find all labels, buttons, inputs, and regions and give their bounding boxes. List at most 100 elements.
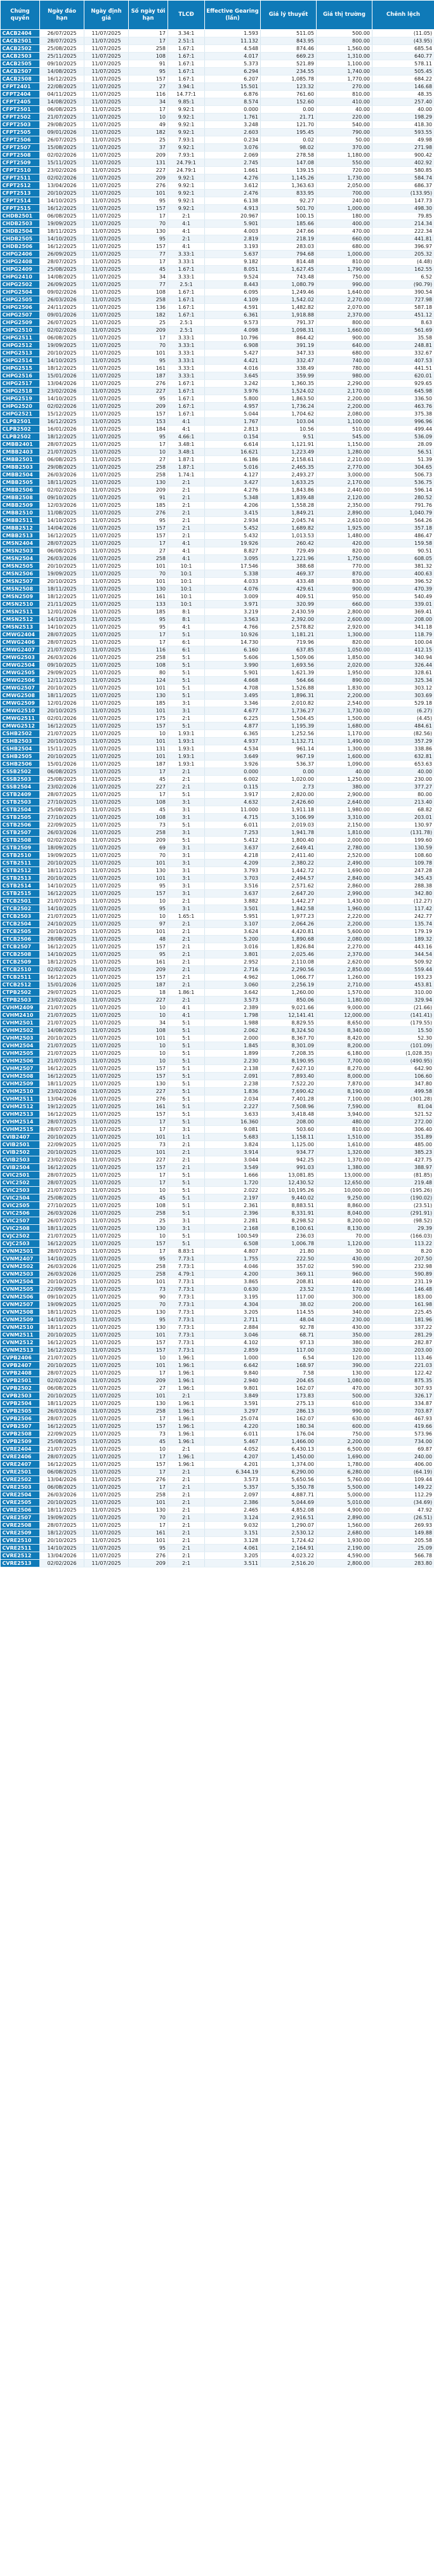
cell-valuation-date: 11/07/2025 — [84, 273, 129, 281]
cell-days-to-maturity: 10 — [128, 912, 168, 920]
cell-maturity-date: 29/08/2025 — [39, 121, 84, 129]
cell-valuation-date: 11/07/2025 — [84, 280, 129, 289]
cell-effective-gearing: 6.011 — [204, 821, 261, 829]
cell-valuation-date: 11/07/2025 — [84, 486, 129, 494]
cell-market-price: 700.00 — [316, 189, 372, 197]
cell-conversion-ratio: 9.92:1 — [168, 113, 205, 121]
cell-difference: 130.97 — [372, 821, 434, 829]
cell-valuation-date: 11/07/2025 — [84, 1361, 129, 1370]
cell-conversion-ratio: 9.92:1 — [168, 204, 205, 212]
cell-valuation-date: 11/07/2025 — [84, 159, 129, 167]
cell-maturity-date: 02/02/2026 — [39, 965, 84, 974]
cell-effective-gearing: 2.940 — [204, 1376, 261, 1385]
cell-valuation-date: 11/07/2025 — [84, 1415, 129, 1423]
table-row: CVRE2501 06/08/2025 11/07/2025 17 2:1 6.344.1… — [0, 1468, 434, 1476]
cell-theoretical-price: 147.08 — [260, 159, 317, 167]
cell-days-to-maturity: 101 — [128, 1361, 168, 1370]
cell-maturity-date: 26/03/2026 — [39, 1491, 84, 1499]
cell-effective-gearing: 0.154 — [204, 433, 261, 441]
cell-maturity-date: 14/10/2025 — [39, 950, 84, 958]
cell-effective-gearing: 6.908 — [204, 341, 261, 350]
cell-conversion-ratio: 2:1 — [168, 1148, 205, 1156]
cell-effective-gearing: 9.524 — [204, 273, 261, 281]
cell-market-price: 990.00 — [316, 280, 372, 289]
cell-market-price: 1,950.00 — [316, 669, 372, 677]
cell-maturity-date: 16/12/2025 — [39, 1422, 84, 1430]
cell-days-to-maturity: 10 — [128, 1049, 168, 1057]
cell-valuation-date: 11/07/2025 — [84, 1316, 129, 1324]
cell-theoretical-price: 1,249.46 — [260, 288, 317, 296]
table-row: CFPT2502 21/07/2025 11/07/2025 10 9.92:1 1.76… — [0, 113, 434, 121]
cell-warrant-code: CMSN2509 — [0, 592, 40, 601]
cell-market-price: 5,010.00 — [316, 1498, 372, 1507]
cell-valuation-date: 11/07/2025 — [84, 364, 129, 372]
cell-difference: 929.65 — [372, 379, 434, 388]
cell-maturity-date: 18/12/2025 — [39, 1529, 84, 1537]
cell-warrant-code: CACB2404 — [0, 29, 40, 37]
cell-maturity-date: 09/01/2026 — [39, 128, 84, 136]
cell-warrant-code: CVIC2505 — [0, 1201, 40, 1210]
cell-warrant-code: CHPG2514 — [0, 356, 40, 365]
cell-warrant-code: CHPG2409 — [0, 265, 40, 273]
cell-conversion-ratio: 2:1 — [168, 1141, 205, 1149]
cell-valuation-date: 11/07/2025 — [84, 935, 129, 943]
cell-days-to-maturity: 101 — [128, 1133, 168, 1141]
cell-difference: 727.98 — [372, 296, 434, 304]
table-row: CACB2505 09/10/2025 11/07/2025 91 1.67:1 5.37… — [0, 60, 434, 68]
cell-days-to-maturity: 157 — [128, 1110, 168, 1118]
cell-valuation-date: 11/07/2025 — [84, 547, 129, 555]
cell-warrant-code: CMWG2505 — [0, 669, 40, 677]
cell-warrant-code: CVNM2510 — [0, 1323, 40, 1331]
table-row: CFPT2511 02/02/2026 11/07/2025 209 9.92:1 4.2… — [0, 174, 434, 182]
cell-theoretical-price: 180.34 — [260, 1422, 317, 1430]
cell-theoretical-price: 1,363.63 — [260, 181, 317, 190]
cell-conversion-ratio: 2:1 — [168, 1483, 205, 1491]
cell-conversion-ratio: 1.96:1 — [168, 1384, 205, 1392]
table-row: CVIC2506 26/03/2026 11/07/2025 258 5:1 2.396 8… — [0, 1209, 434, 1217]
cell-conversion-ratio: 2:1 — [168, 714, 205, 722]
cell-warrant-code: CSTB2505 — [0, 813, 40, 821]
cell-maturity-date: 06/08/2025 — [39, 1483, 84, 1491]
cell-conversion-ratio: 1.93:1 — [168, 760, 205, 768]
cell-valuation-date: 11/07/2025 — [84, 1278, 129, 1286]
cell-maturity-date: 16/12/2025 — [39, 1110, 84, 1118]
table-row: CMWG2404 28/07/2025 11/07/2025 17 5:1 10.926 1… — [0, 631, 434, 639]
cell-maturity-date: 26/03/2026 — [39, 471, 84, 479]
cell-conversion-ratio: 4:1 — [168, 425, 205, 433]
cell-effective-gearing: 9.032 — [204, 1521, 261, 1529]
cell-difference: 149.88 — [372, 1529, 434, 1537]
cell-days-to-maturity: 157 — [128, 1422, 168, 1430]
cell-valuation-date: 11/07/2025 — [84, 1300, 129, 1309]
cell-maturity-date: 14/10/2025 — [39, 623, 84, 631]
cell-theoretical-price: 8,100.61 — [260, 1224, 317, 1232]
cell-conversion-ratio: 3:1 — [168, 813, 205, 821]
cell-difference: 199.60 — [372, 836, 434, 844]
cell-market-price: 2,620.00 — [316, 958, 372, 966]
cell-warrant-code: CMBB2512 — [0, 524, 40, 532]
cell-days-to-maturity: 209 — [128, 174, 168, 182]
cell-valuation-date: 11/07/2025 — [84, 653, 129, 662]
cell-difference: 685.54 — [372, 44, 434, 53]
table-row: CMBB2403 21/07/2025 11/07/2025 10 3.48:1 16.6… — [0, 448, 434, 456]
cell-warrant-code: CVRE2512 — [0, 1552, 40, 1560]
cell-effective-gearing: 4.877 — [204, 722, 261, 730]
cell-valuation-date: 11/07/2025 — [84, 1399, 129, 1408]
cell-market-price: 820.00 — [316, 547, 372, 555]
cell-maturity-date: 12/01/2026 — [39, 699, 84, 707]
table-row: CMWG2407 21/07/2025 11/07/2025 116 6:1 6.160 6… — [0, 646, 434, 654]
cell-valuation-date: 11/07/2025 — [84, 996, 129, 1004]
cell-conversion-ratio: 1.96:1 — [168, 1361, 205, 1370]
cell-conversion-ratio: 3:1 — [168, 798, 205, 806]
cell-difference: 406.00 — [372, 1460, 434, 1468]
cell-days-to-maturity: 161 — [128, 364, 168, 372]
cell-days-to-maturity: 153 — [128, 417, 168, 426]
cell-theoretical-price: 218.19 — [260, 235, 317, 243]
cell-warrant-code: CMWG2512 — [0, 722, 40, 730]
cell-warrant-code: CVRE2406 — [0, 1453, 40, 1461]
cell-warrant-code: CHPG2518 — [0, 387, 40, 395]
cell-difference: 396.97 — [372, 242, 434, 251]
cell-market-price: 2,860.00 — [316, 882, 372, 890]
cell-effective-gearing: 3.624 — [204, 927, 261, 936]
cell-warrant-code: CMSN2507 — [0, 577, 40, 585]
cell-warrant-code: CMBB2513 — [0, 532, 40, 540]
